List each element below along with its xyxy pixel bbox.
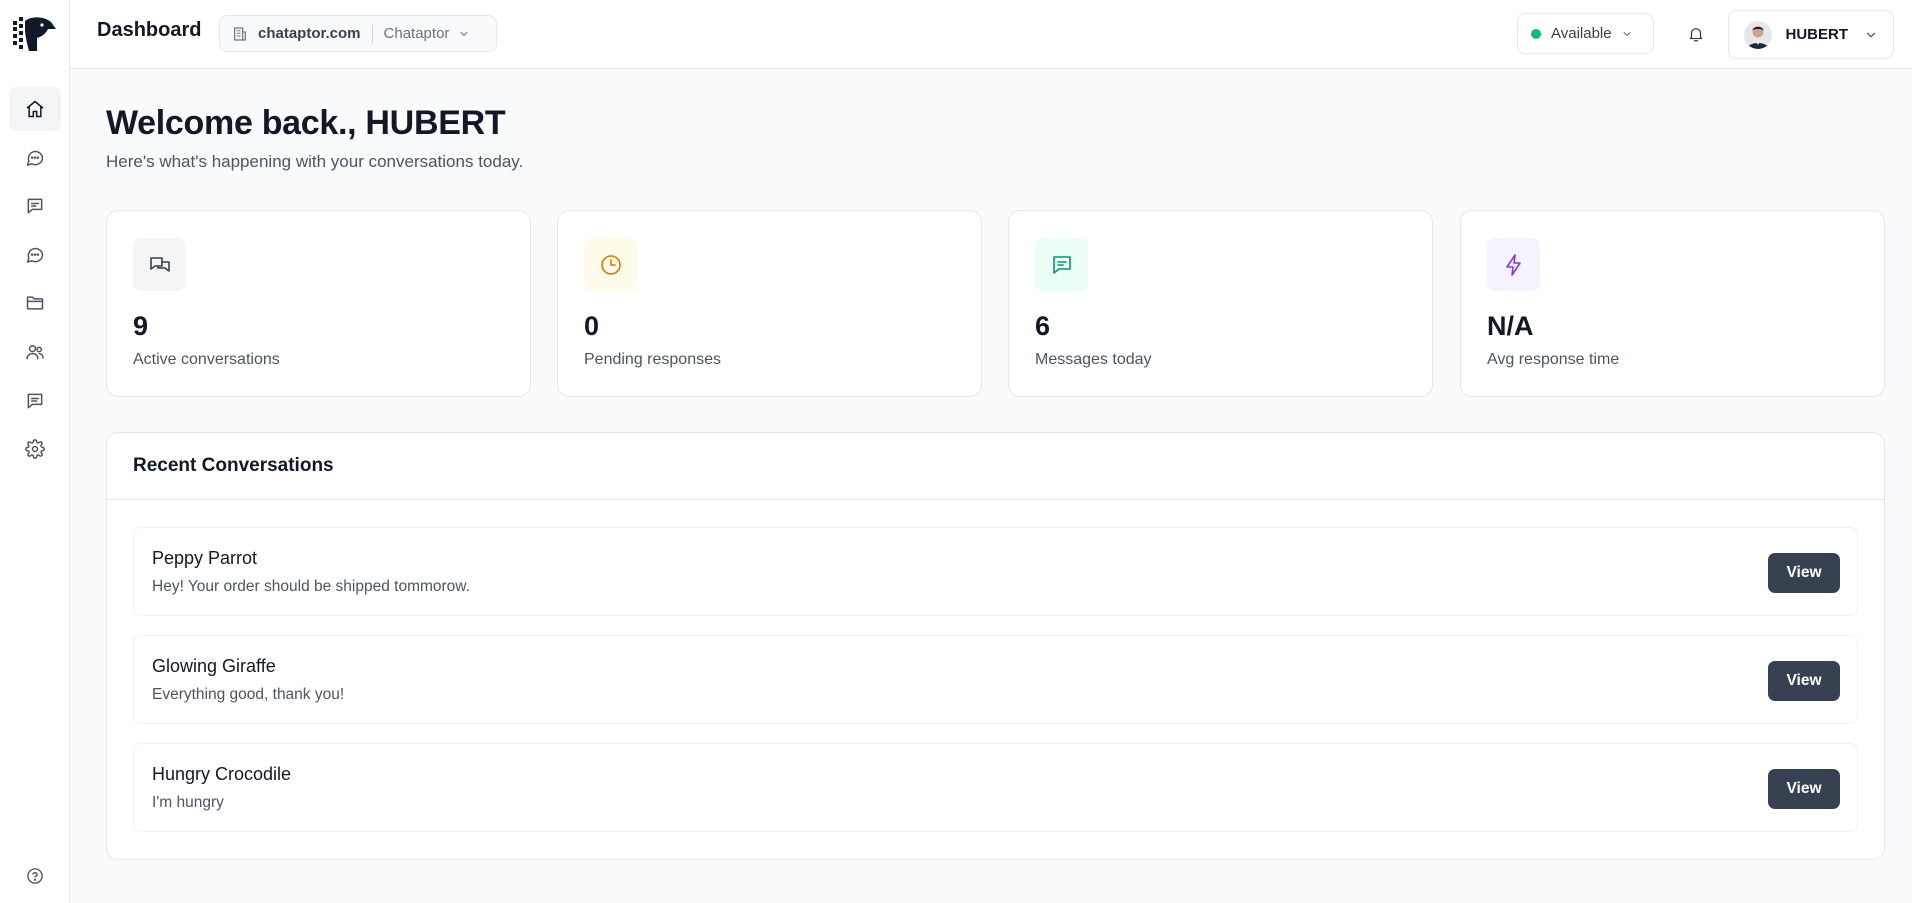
sidebar-item-threads[interactable] — [9, 233, 61, 277]
sidebar-item-files[interactable] — [9, 281, 61, 325]
conversation-name: Glowing Giraffe — [152, 656, 276, 676]
conversation-item[interactable]: Peppy Parrot Hey! Your order should be s… — [133, 527, 1858, 616]
folder-icon — [25, 293, 45, 313]
stat-label: Pending responses — [584, 351, 721, 368]
sidebar — [0, 0, 70, 903]
conversations-icon — [148, 253, 172, 277]
stat-value: 0 — [584, 311, 600, 341]
conversation-preview: Everything good, thank you! — [152, 686, 345, 703]
welcome-heading: Welcome back., HUBERT — [106, 104, 506, 142]
view-button[interactable]: View — [1768, 661, 1840, 701]
user-name: HUBERT — [1785, 26, 1849, 43]
divider — [371, 24, 373, 43]
sidebar-item-settings[interactable] — [9, 427, 61, 471]
view-button[interactable]: View — [1768, 553, 1840, 593]
message-square-icon — [25, 196, 45, 216]
chevron-down-icon — [458, 28, 470, 40]
help-button[interactable] — [9, 855, 61, 897]
stat-value: 9 — [133, 311, 149, 341]
welcome-subtitle: Here's what's happening with your conver… — [106, 152, 524, 171]
status-label: Available — [1551, 25, 1612, 42]
stat-label: Messages today — [1035, 351, 1152, 368]
stat-card-avg-response-time: N/A Avg response time — [1460, 210, 1885, 397]
stat-icon-box — [133, 238, 186, 291]
avatar — [1744, 20, 1772, 49]
chevron-down-icon — [1621, 28, 1633, 40]
org-switcher[interactable]: chataptor.com Chataptor — [219, 15, 497, 52]
conversation-preview: I'm hungry — [152, 794, 224, 811]
stat-icon-box — [1487, 238, 1540, 291]
stat-card-pending-responses: 0 Pending responses — [557, 210, 982, 397]
panel-header: Recent Conversations — [107, 433, 1884, 500]
stat-card-active-conversations: 9 Active conversations — [106, 210, 531, 397]
chat-bubble-icon — [25, 148, 45, 168]
availability-status-button[interactable]: Available — [1517, 13, 1654, 54]
conversation-name: Peppy Parrot — [152, 548, 258, 568]
stat-value: N/A — [1487, 311, 1534, 341]
home-icon — [25, 99, 45, 119]
stat-card-messages-today: 6 Messages today — [1008, 210, 1433, 397]
sidebar-item-messages[interactable] — [9, 184, 61, 228]
org-name: Chataptor — [383, 25, 450, 42]
conversation-name: Hungry Crocodile — [152, 764, 292, 784]
status-dot — [1531, 28, 1541, 39]
stat-label: Avg response time — [1487, 351, 1620, 368]
stat-icon-box — [584, 238, 637, 291]
recent-conversations-panel: Recent Conversations Peppy Parrot Hey! Y… — [106, 432, 1885, 860]
sidebar-item-feedback[interactable] — [9, 379, 61, 423]
sidebar-item-chats[interactable] — [9, 136, 61, 180]
logo-icon[interactable] — [11, 15, 57, 53]
stat-label: Active conversations — [133, 351, 280, 368]
chevron-down-icon — [1864, 28, 1878, 42]
stat-value: 6 — [1035, 311, 1051, 341]
sidebar-item-home[interactable] — [9, 87, 61, 131]
stat-icon-box — [1035, 238, 1088, 291]
conversation-preview: Hey! Your order should be shipped tommor… — [152, 578, 470, 595]
view-button[interactable]: View — [1768, 769, 1840, 809]
bell-icon — [1687, 25, 1705, 43]
sidebar-item-users[interactable] — [9, 330, 61, 374]
lightning-icon — [1502, 253, 1526, 277]
clock-icon — [599, 253, 623, 277]
panel-title: Recent Conversations — [133, 455, 334, 476]
message-icon — [1050, 253, 1074, 277]
conversation-item[interactable]: Hungry Crocodile I'm hungry View — [133, 743, 1858, 832]
help-icon — [26, 867, 44, 885]
building-icon — [232, 26, 248, 42]
org-domain: chataptor.com — [258, 25, 361, 42]
users-icon — [25, 342, 45, 362]
chat-dots-icon — [25, 245, 45, 265]
conversation-item[interactable]: Glowing Giraffe Everything good, thank y… — [133, 635, 1858, 724]
message-lines-icon — [25, 391, 45, 411]
page-title: Dashboard — [97, 19, 202, 41]
side-nav — [9, 87, 61, 476]
top-header: Dashboard chataptor.com Chataptor Availa… — [70, 0, 1912, 69]
user-menu-button[interactable]: HUBERT — [1728, 10, 1894, 59]
settings-icon — [25, 439, 45, 459]
notifications-button[interactable] — [1675, 13, 1716, 54]
